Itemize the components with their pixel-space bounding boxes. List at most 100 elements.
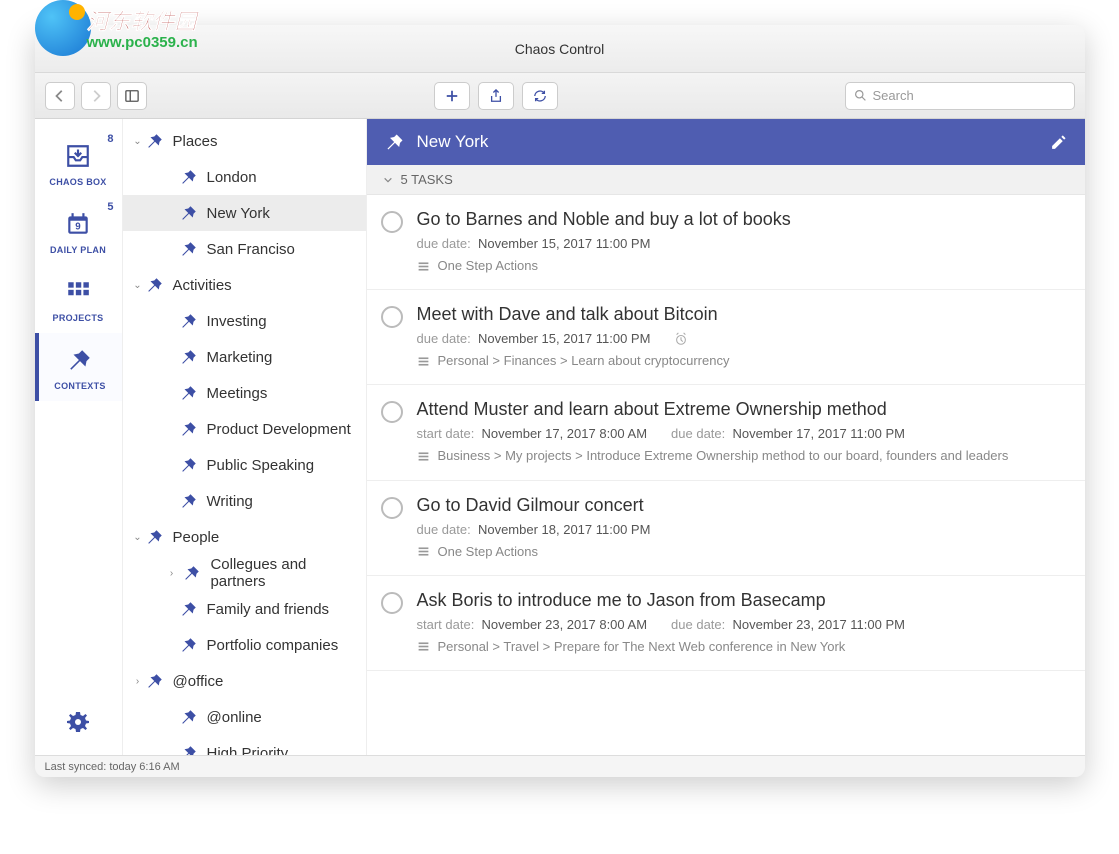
tree-item[interactable]: Meetings xyxy=(123,375,366,411)
badge: 8 xyxy=(107,133,113,145)
task-meta: due date: November 15, 2017 11:00 PM xyxy=(417,236,1067,251)
tree-item[interactable]: ⌄Places xyxy=(123,123,366,159)
tree-label: High Priority xyxy=(207,745,289,756)
chevron-down-icon xyxy=(383,175,393,185)
tree-item[interactable]: Investing xyxy=(123,303,366,339)
pin-icon xyxy=(385,132,405,152)
tree-label: @office xyxy=(173,673,224,690)
tree-label: Marketing xyxy=(207,349,273,366)
tree-item[interactable]: Family and friends xyxy=(123,591,366,627)
pin-icon xyxy=(179,743,199,755)
rail-contexts[interactable]: CONTEXTS xyxy=(35,333,122,401)
pin-icon xyxy=(179,311,199,331)
tree-item[interactable]: @online xyxy=(123,699,366,735)
badge: 5 xyxy=(107,201,113,213)
pin-icon xyxy=(179,347,199,367)
tree-item[interactable]: San Franciso xyxy=(123,231,366,267)
sync-status: Last synced: today 6:16 AM xyxy=(45,761,180,773)
add-button[interactable] xyxy=(434,82,470,110)
task-path: One Step Actions xyxy=(417,543,1067,561)
chevron-down-icon: ⌄ xyxy=(131,280,145,291)
task-path: One Step Actions xyxy=(417,257,1067,275)
toolbar: Search xyxy=(35,73,1085,119)
share-button[interactable] xyxy=(478,82,514,110)
search-icon xyxy=(854,89,867,102)
task-list: Go to Barnes and Noble and buy a lot of … xyxy=(367,195,1085,755)
task-item[interactable]: Go to Barnes and Noble and buy a lot of … xyxy=(367,195,1085,290)
task-item[interactable]: Attend Muster and learn about Extreme Ow… xyxy=(367,385,1085,480)
back-button[interactable] xyxy=(45,82,75,110)
tree-item[interactable]: London xyxy=(123,159,366,195)
rail-daily-plan[interactable]: 5 9 DAILY PLAN xyxy=(35,197,122,265)
rail-projects[interactable]: PROJECTS xyxy=(35,265,122,333)
pin-icon xyxy=(179,167,199,187)
sidebar-toggle-button[interactable] xyxy=(117,82,147,110)
tree-label: Investing xyxy=(207,313,267,330)
tree-item[interactable]: ›Collegues and partners xyxy=(123,555,366,591)
tree-label: Activities xyxy=(173,277,232,294)
settings-button[interactable] xyxy=(66,710,90,739)
pin-icon xyxy=(182,563,202,583)
context-header: New York xyxy=(367,119,1085,165)
tree-label: Family and friends xyxy=(207,601,330,618)
tree-label: New York xyxy=(207,205,270,222)
tree-item[interactable]: ⌄People xyxy=(123,519,366,555)
edit-icon[interactable] xyxy=(1050,134,1067,151)
inbox-icon xyxy=(65,143,91,169)
tree-item[interactable]: ⌄ Activities xyxy=(123,267,366,303)
sync-icon xyxy=(533,89,547,103)
search-input[interactable]: Search xyxy=(845,82,1075,110)
task-title: Ask Boris to introduce me to Jason from … xyxy=(417,590,1067,611)
tasks-section-header[interactable]: 5 TASKS xyxy=(367,165,1085,195)
tree-item[interactable]: ›@office xyxy=(123,663,366,699)
task-meta: due date: November 15, 2017 11:00 PM xyxy=(417,331,1067,346)
task-checkbox[interactable] xyxy=(381,306,403,328)
left-rail: 8 CHAOS BOX 5 9 DAILY PLAN PROJECTS CONT… xyxy=(35,119,123,755)
forward-button[interactable] xyxy=(81,82,111,110)
chevron-right-icon: › xyxy=(165,568,179,579)
task-path: Personal > Travel > Prepare for The Next… xyxy=(417,638,1067,656)
tree-item[interactable]: Marketing xyxy=(123,339,366,375)
chevron-left-icon xyxy=(53,89,67,103)
tree-item[interactable]: High Priority xyxy=(123,735,366,755)
sidebar-icon xyxy=(125,89,139,103)
tree-item[interactable]: Product Development xyxy=(123,411,366,447)
pin-icon xyxy=(145,131,165,151)
pin-icon xyxy=(145,275,165,295)
pin-icon xyxy=(179,203,199,223)
tree-label: Meetings xyxy=(207,385,268,402)
task-item[interactable]: Meet with Dave and talk about Bitcoindue… xyxy=(367,290,1085,385)
pin-icon xyxy=(179,419,199,439)
calendar-icon: 9 xyxy=(65,211,91,237)
chevron-down-icon: ⌄ xyxy=(131,532,145,543)
task-checkbox[interactable] xyxy=(381,211,403,233)
task-path: Personal > Finances > Learn about crypto… xyxy=(417,352,1067,370)
tree-item[interactable]: Portfolio companies xyxy=(123,627,366,663)
task-checkbox[interactable] xyxy=(381,497,403,519)
tree-item[interactable]: New York xyxy=(123,195,366,231)
pin-icon xyxy=(179,239,199,259)
rail-label: PROJECTS xyxy=(53,313,104,323)
task-item[interactable]: Ask Boris to introduce me to Jason from … xyxy=(367,576,1085,671)
statusbar: Last synced: today 6:16 AM xyxy=(35,755,1085,777)
share-icon xyxy=(489,89,503,103)
titlebar: Chaos Control xyxy=(35,25,1085,73)
task-meta: start date: November 17, 2017 8:00 AMdue… xyxy=(417,426,1067,441)
section-label: 5 TASKS xyxy=(401,172,453,187)
tree-label: @online xyxy=(207,709,262,726)
task-checkbox[interactable] xyxy=(381,401,403,423)
task-item[interactable]: Go to David Gilmour concertdue date: Nov… xyxy=(367,481,1085,576)
task-title: Attend Muster and learn about Extreme Ow… xyxy=(417,399,1067,420)
rail-chaos-box[interactable]: 8 CHAOS BOX xyxy=(35,129,122,197)
tree-item[interactable]: Writing xyxy=(123,483,366,519)
tree-label: Public Speaking xyxy=(207,457,315,474)
pin-icon xyxy=(179,491,199,511)
rail-label: CHAOS BOX xyxy=(49,177,106,187)
sync-button[interactable] xyxy=(522,82,558,110)
task-checkbox[interactable] xyxy=(381,592,403,614)
tree-item[interactable]: Public Speaking xyxy=(123,447,366,483)
main-panel: New York 5 TASKS Go to Barnes and Noble … xyxy=(367,119,1085,755)
app-window: Chaos Control Search xyxy=(35,25,1085,777)
pin-icon xyxy=(179,707,199,727)
task-path: Business > My projects > Introduce Extre… xyxy=(417,447,1067,465)
